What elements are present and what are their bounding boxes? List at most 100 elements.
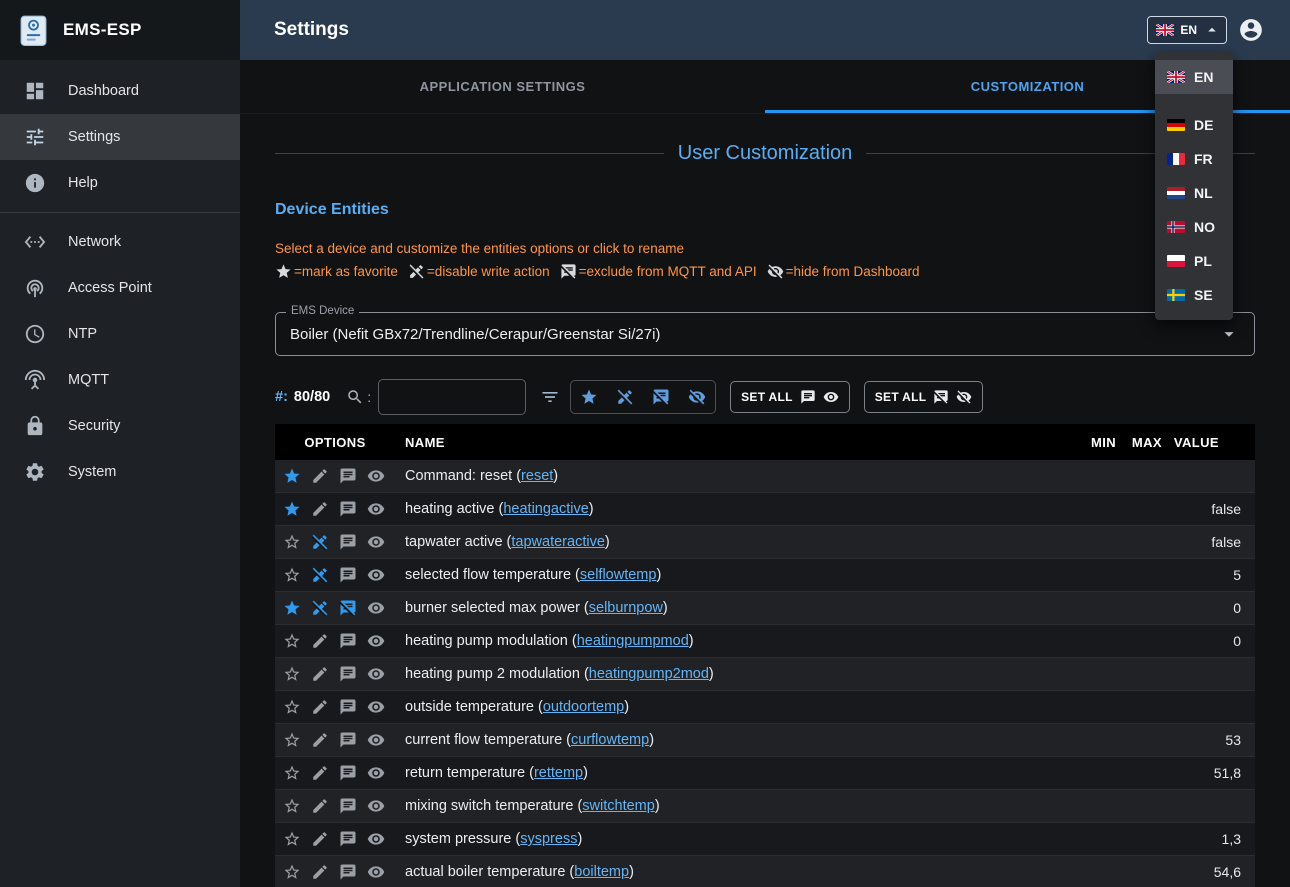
lang-option-no[interactable]: NO <box>1155 210 1233 244</box>
lang-option-pl[interactable]: PL <box>1155 244 1233 278</box>
hide-toggle[interactable] <box>367 632 385 650</box>
set-all-exclude-button[interactable]: SET ALL <box>864 381 984 413</box>
sidebar-item-help[interactable]: Help <box>0 160 240 206</box>
disable-write-toggle[interactable] <box>311 797 329 815</box>
favorite-toggle[interactable] <box>283 665 301 683</box>
favorite-toggle[interactable] <box>283 731 301 749</box>
sidebar-item-ntp[interactable]: NTP <box>0 311 240 357</box>
mqtt-exclude-toggle[interactable] <box>339 797 357 815</box>
disable-write-toggle[interactable] <box>311 500 329 518</box>
lang-option-fr[interactable]: FR <box>1155 142 1233 176</box>
search-input[interactable] <box>378 379 526 415</box>
mqtt-exclude-toggle[interactable] <box>339 830 357 848</box>
entity-row[interactable]: mixing switch temperature (switchtemp) <box>275 790 1255 823</box>
favorite-toggle[interactable] <box>283 533 301 551</box>
entity-name[interactable]: current flow temperature (curflowtemp) <box>395 724 1063 757</box>
entity-row[interactable]: selected flow temperature (selflowtemp)5 <box>275 559 1255 592</box>
filter-write-disabled-toggle[interactable] <box>607 381 643 413</box>
favorite-toggle[interactable] <box>283 698 301 716</box>
hide-toggle[interactable] <box>367 830 385 848</box>
entity-name[interactable]: system pressure (syspress) <box>395 823 1063 856</box>
hide-toggle[interactable] <box>367 764 385 782</box>
entity-shortname-link[interactable]: heatingactive <box>503 501 588 517</box>
sidebar-item-access-point[interactable]: Access Point <box>0 265 240 311</box>
mqtt-exclude-toggle[interactable] <box>339 698 357 716</box>
disable-write-toggle[interactable] <box>311 698 329 716</box>
entity-name[interactable]: selected flow temperature (selflowtemp) <box>395 559 1063 592</box>
ems-device-select[interactable]: EMS Device Boiler (Nefit GBx72/Trendline… <box>275 312 1255 356</box>
entity-shortname-link[interactable]: heatingpump2mod <box>589 666 709 682</box>
entity-shortname-link[interactable]: outdoortemp <box>543 699 624 715</box>
favorite-toggle[interactable] <box>283 467 301 485</box>
favorite-toggle[interactable] <box>283 599 301 617</box>
favorite-toggle[interactable] <box>283 500 301 518</box>
entity-row[interactable]: return temperature (rettemp)51,8 <box>275 757 1255 790</box>
entity-name[interactable]: return temperature (rettemp) <box>395 757 1063 790</box>
entity-name[interactable]: heating pump modulation (heatingpumpmod) <box>395 625 1063 658</box>
entity-row[interactable]: current flow temperature (curflowtemp)53 <box>275 724 1255 757</box>
mqtt-exclude-toggle[interactable] <box>339 533 357 551</box>
entity-shortname-link[interactable]: syspress <box>520 831 577 847</box>
hide-toggle[interactable] <box>367 599 385 617</box>
sidebar-item-settings[interactable]: Settings <box>0 114 240 160</box>
favorite-toggle[interactable] <box>283 764 301 782</box>
lang-option-nl[interactable]: NL <box>1155 176 1233 210</box>
sidebar-item-security[interactable]: Security <box>0 403 240 449</box>
favorite-toggle[interactable] <box>283 566 301 584</box>
entity-shortname-link[interactable]: boiltemp <box>574 864 629 880</box>
entity-row[interactable]: burner selected max power (selburnpow)0 <box>275 592 1255 625</box>
tab-application-settings[interactable]: APPLICATION SETTINGS <box>240 60 765 113</box>
hide-toggle[interactable] <box>367 467 385 485</box>
entity-name[interactable]: tapwater active (tapwateractive) <box>395 526 1063 559</box>
favorite-toggle[interactable] <box>283 632 301 650</box>
filter-excluded-toggle[interactable] <box>643 381 679 413</box>
entity-row[interactable]: Command: reset (reset) <box>275 460 1255 493</box>
entity-shortname-link[interactable]: tapwateractive <box>511 534 605 550</box>
entity-row[interactable]: actual boiler temperature (boiltemp)54,6 <box>275 856 1255 887</box>
mqtt-exclude-toggle[interactable] <box>339 731 357 749</box>
entity-shortname-link[interactable]: reset <box>521 468 553 484</box>
entity-shortname-link[interactable]: selflowtemp <box>580 567 657 583</box>
filter-hidden-toggle[interactable] <box>679 381 715 413</box>
mqtt-exclude-toggle[interactable] <box>339 500 357 518</box>
sidebar-item-dashboard[interactable]: Dashboard <box>0 68 240 114</box>
favorite-toggle[interactable] <box>283 830 301 848</box>
sidebar-item-system[interactable]: System <box>0 449 240 495</box>
mqtt-exclude-toggle[interactable] <box>339 566 357 584</box>
entity-row[interactable]: heating pump 2 modulation (heatingpump2m… <box>275 658 1255 691</box>
hide-toggle[interactable] <box>367 533 385 551</box>
sidebar-item-network[interactable]: Network <box>0 219 240 265</box>
disable-write-toggle[interactable] <box>311 863 329 881</box>
favorite-toggle[interactable] <box>283 797 301 815</box>
account-button[interactable] <box>1238 17 1264 43</box>
hide-toggle[interactable] <box>367 797 385 815</box>
filter-favorites-toggle[interactable] <box>571 381 607 413</box>
hide-toggle[interactable] <box>367 698 385 716</box>
mqtt-exclude-toggle[interactable] <box>339 467 357 485</box>
mqtt-exclude-toggle[interactable] <box>339 632 357 650</box>
hide-toggle[interactable] <box>367 731 385 749</box>
hide-toggle[interactable] <box>367 566 385 584</box>
entity-row[interactable]: heating active (heatingactive)false <box>275 493 1255 526</box>
sidebar-item-mqtt[interactable]: MQTT <box>0 357 240 403</box>
entity-name[interactable]: mixing switch temperature (switchtemp) <box>395 790 1063 823</box>
hide-toggle[interactable] <box>367 863 385 881</box>
lang-option-se[interactable]: SE <box>1155 278 1233 312</box>
language-select-button[interactable]: EN <box>1147 16 1227 44</box>
lang-option-en[interactable]: EN <box>1155 60 1233 94</box>
mqtt-exclude-toggle[interactable] <box>339 665 357 683</box>
entity-name[interactable]: outside temperature (outdoortemp) <box>395 691 1063 724</box>
entity-name[interactable]: Command: reset (reset) <box>395 460 1063 493</box>
entity-shortname-link[interactable]: rettemp <box>534 765 583 781</box>
mqtt-exclude-toggle[interactable] <box>339 863 357 881</box>
entity-row[interactable]: heating pump modulation (heatingpumpmod)… <box>275 625 1255 658</box>
mqtt-exclude-toggle[interactable] <box>339 599 357 617</box>
entity-name[interactable]: actual boiler temperature (boiltemp) <box>395 856 1063 887</box>
entity-name[interactable]: burner selected max power (selburnpow) <box>395 592 1063 625</box>
entity-row[interactable]: system pressure (syspress)1,3 <box>275 823 1255 856</box>
set-all-include-button[interactable]: SET ALL <box>730 381 850 413</box>
entity-row[interactable]: tapwater active (tapwateractive)false <box>275 526 1255 559</box>
disable-write-toggle[interactable] <box>311 533 329 551</box>
entity-shortname-link[interactable]: heatingpumpmod <box>577 633 689 649</box>
entity-row[interactable]: outside temperature (outdoortemp) <box>275 691 1255 724</box>
